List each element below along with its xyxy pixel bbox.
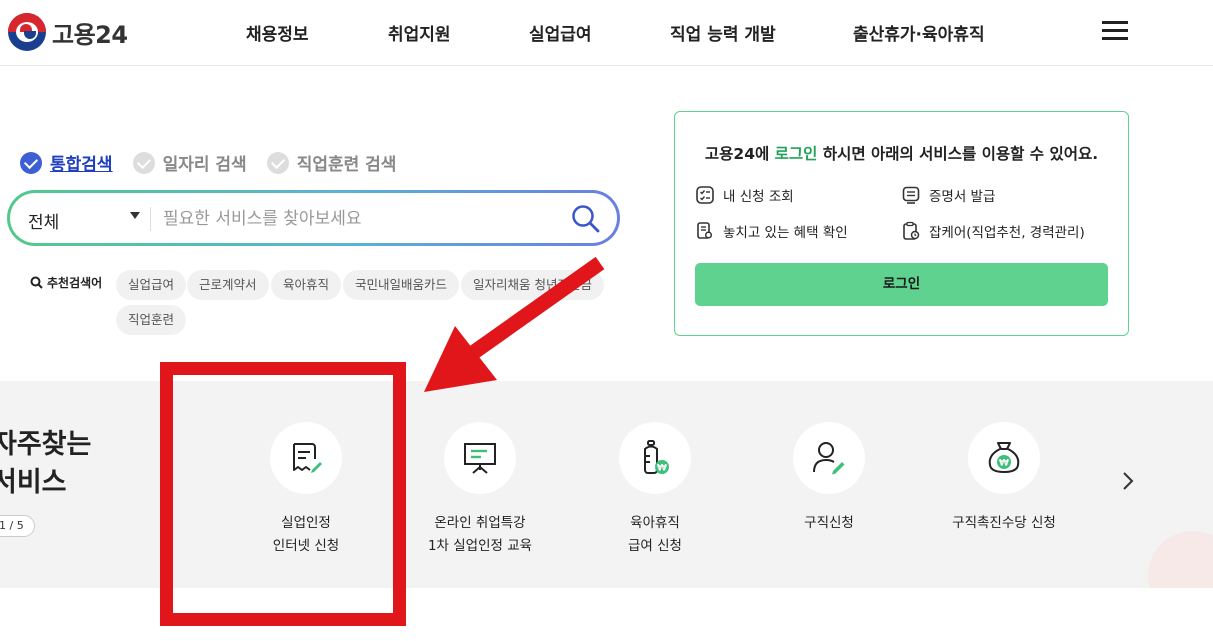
keyword-chip[interactable]: 일자리채움 청년지원금 [461,270,604,300]
decorative-circle [1148,531,1213,588]
highlight-box-annotation [160,362,406,626]
baby-bottle-icon: ₩ [644,440,669,474]
service-item-job-application[interactable]: 구직신청 [744,422,914,535]
search-input[interactable] [163,205,553,233]
certificate-issue-link[interactable]: 증명서 발급 [901,185,995,205]
divider [150,207,151,231]
keyword-chip[interactable]: 직업훈련 [116,305,187,335]
login-button[interactable]: 로그인 [695,263,1108,306]
presentation-board-icon [464,443,496,474]
login-message: 고용24에 로그인 하시면 아래의 서비스를 이용할 수 있어요. [704,145,1099,163]
recommended-label: 추천검색어 [47,276,103,290]
chevron-right-icon[interactable] [1120,469,1136,493]
keyword-chip[interactable]: 근로계약서 [187,270,269,300]
nav-item-unemployment-benefit[interactable]: 실업급여 [529,20,592,45]
check-circle-icon [20,151,42,174]
section-title: 자주찾는 서비스 [0,429,92,498]
login-panel: 고용24에 로그인 하시면 아래의 서비스를 이용할 수 있어요. 내 신청 조… [674,111,1129,336]
service-item-parental-leave-benefit[interactable]: ₩ 육아휴직 급여 신청 [570,422,740,558]
keyword-chip[interactable]: 실업급여 [116,270,187,300]
search-type-tabs: 통합검색 일자리 검색 직업훈련 검색 [20,150,396,175]
svg-text:₩: ₩ [657,464,667,474]
search-icon [30,276,43,289]
service-item-online-lecture[interactable]: 온라인 취업특강 1차 실업인정 교육 [395,422,565,558]
nav-item-parental-leave[interactable]: 출산휴가·육아휴직 [853,20,985,45]
search-icon[interactable] [570,203,602,235]
keyword-chip[interactable]: 국민내일배움카드 [343,270,460,300]
search-category-select[interactable]: 전체 [28,208,59,233]
svg-text:₩: ₩ [999,459,1009,469]
logo-text: 고용24 [52,20,128,49]
missed-benefits-link[interactable]: 놓치고 있는 혜택 확인 [695,221,848,241]
caret-down-icon[interactable] [130,212,140,219]
service-item-job-seeking-allowance[interactable]: ₩ 구직촉진수당 신청 [919,422,1089,535]
my-applications-link[interactable]: 내 신청 조회 [695,185,794,205]
clipboard-clock-icon [903,221,920,240]
nav-item-vocational-training[interactable]: 직업 능력 개발 [670,20,776,45]
government-emblem-icon [8,13,46,51]
tab-integrated-search[interactable]: 통합검색 [20,150,113,175]
checklist-icon [696,186,714,204]
jobcare-link[interactable]: 잡케어(직업추천, 경력관리) [901,221,1085,241]
nav-item-employment-support[interactable]: 취업지원 [388,20,451,45]
tab-training-search[interactable]: 직업훈련 검색 [266,150,396,175]
pager-indicator: 1 / 5 [0,515,35,537]
check-circle-icon [132,151,155,174]
site-logo[interactable]: 고용24 [8,13,128,51]
search-bar: 전체 [7,190,620,246]
person-edit-icon [813,442,845,475]
keyword-chip[interactable]: 육아휴직 [271,270,342,300]
nav-item-jobs[interactable]: 채용정보 [246,20,309,45]
check-circle-icon [266,151,289,174]
site-header: 고용24 채용정보 취업지원 실업급여 직업 능력 개발 출산휴가·육아휴직 [0,0,1213,66]
menu-icon[interactable] [1102,21,1128,41]
document-search-icon [697,222,713,239]
tab-job-search[interactable]: 일자리 검색 [132,150,247,175]
certificate-icon [902,186,920,204]
money-bag-icon: ₩ [988,442,1020,474]
